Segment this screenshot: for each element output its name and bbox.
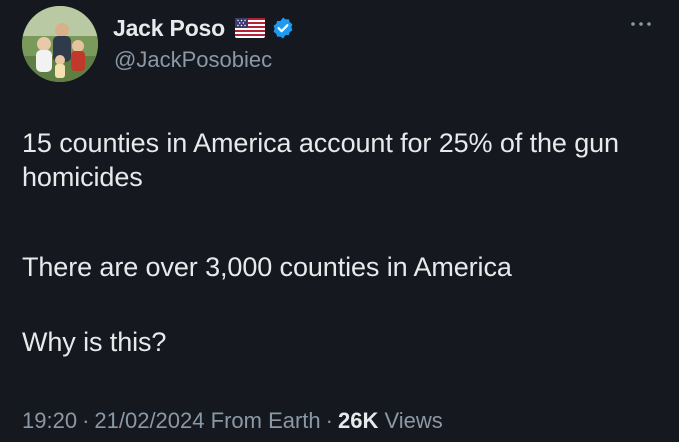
post-source: From Earth <box>210 408 321 433</box>
post-paragraph: There are over 3,000 counties in America <box>22 252 512 282</box>
avatar[interactable] <box>22 6 98 82</box>
us-flag-icon <box>235 18 265 38</box>
tweet: Jack Poso @JackPosobiec 15 counties in A… <box>0 0 679 442</box>
author-name-row: Jack Poso <box>113 14 295 42</box>
more-options-icon[interactable] <box>624 14 658 34</box>
meta-separator: · <box>325 408 333 433</box>
views-label: Views <box>384 408 443 433</box>
post-time[interactable]: 19:20 <box>22 408 77 433</box>
author-handle[interactable]: @JackPosobiec <box>114 47 272 73</box>
meta-separator: · <box>82 408 90 433</box>
post-date[interactable]: 21/02/2024 <box>94 408 204 433</box>
views-count[interactable]: 26K <box>338 408 378 433</box>
verified-badge-icon <box>271 16 295 40</box>
post-meta: 19:20 · 21/02/2024 From Earth · 26K Views <box>22 408 443 434</box>
author-display-name[interactable]: Jack Poso <box>113 15 225 42</box>
post-paragraph: 15 counties in America account for 25% o… <box>22 128 619 192</box>
post-paragraph: Why is this? <box>22 327 167 357</box>
